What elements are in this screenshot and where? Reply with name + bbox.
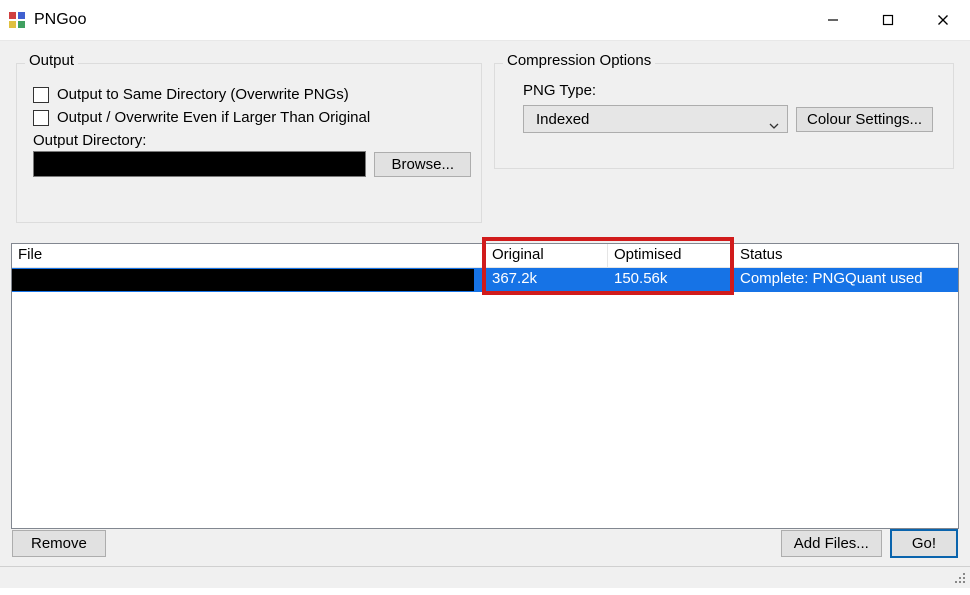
output-legend: Output: [25, 52, 78, 69]
header-original[interactable]: Original: [486, 244, 608, 268]
close-button[interactable]: [915, 0, 970, 40]
png-type-row: Indexed Colour Settings...: [523, 105, 943, 133]
resize-grip-icon[interactable]: [952, 570, 968, 586]
output-dir-label: Output Directory:: [33, 132, 471, 149]
png-type-value: Indexed: [536, 111, 589, 128]
browse-button[interactable]: Browse...: [374, 152, 471, 177]
header-file[interactable]: File: [12, 244, 486, 268]
app-icon: [8, 11, 26, 29]
add-files-button[interactable]: Add Files...: [781, 530, 882, 557]
even-if-larger-checkbox[interactable]: [33, 110, 49, 126]
header-status[interactable]: Status: [734, 244, 958, 268]
chevron-down-icon: [769, 116, 779, 122]
file-redacted: [12, 269, 474, 291]
compression-legend: Compression Options: [503, 52, 655, 69]
go-button[interactable]: Go!: [890, 529, 958, 558]
table-header: File Original Optimised Status: [12, 244, 958, 268]
minimize-button[interactable]: [805, 0, 860, 40]
window-title: PNGoo: [34, 11, 86, 29]
colour-settings-button[interactable]: Colour Settings...: [796, 107, 933, 132]
output-group: Output Output to Same Directory (Overwri…: [16, 63, 482, 223]
output-dir-input[interactable]: [33, 151, 366, 177]
same-dir-label: Output to Same Directory (Overwrite PNGs…: [57, 86, 349, 103]
maximize-button[interactable]: [860, 0, 915, 40]
remove-button[interactable]: Remove: [12, 530, 106, 557]
even-if-larger-label: Output / Overwrite Even if Larger Than O…: [57, 109, 370, 126]
compression-group: Compression Options PNG Type: Indexed Co…: [494, 63, 954, 169]
cell-original: 367.2k: [486, 268, 608, 292]
cell-status: Complete: PNGQuant used: [734, 268, 958, 292]
statusbar: [0, 566, 970, 588]
table-row[interactable]: 367.2k 150.56k Complete: PNGQuant used: [12, 268, 958, 292]
even-if-larger-row: Output / Overwrite Even if Larger Than O…: [33, 109, 471, 126]
file-table: File Original Optimised Status 367.2k 15…: [11, 243, 959, 529]
client-area: Output Output to Same Directory (Overwri…: [0, 40, 970, 588]
cell-optimised: 150.56k: [608, 268, 734, 292]
bottom-bar: Remove Add Files... Go!: [12, 529, 958, 558]
header-optimised[interactable]: Optimised: [608, 244, 734, 268]
png-type-select[interactable]: Indexed: [523, 105, 788, 133]
output-dir-row: Browse...: [33, 151, 471, 177]
png-type-label: PNG Type:: [523, 82, 943, 99]
same-dir-row: Output to Same Directory (Overwrite PNGs…: [33, 86, 471, 103]
cell-file: [12, 268, 486, 292]
titlebar: PNGoo: [0, 0, 970, 40]
same-dir-checkbox[interactable]: [33, 87, 49, 103]
